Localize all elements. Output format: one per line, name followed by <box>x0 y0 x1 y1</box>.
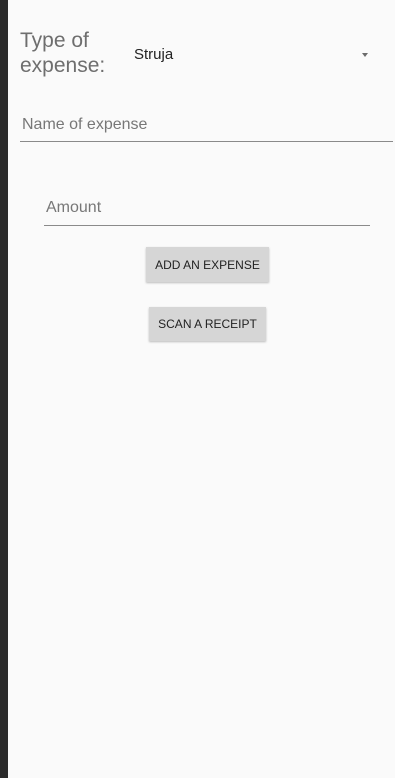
dropdown-arrow-icon <box>362 53 368 57</box>
expense-type-dropdown[interactable]: Struja <box>134 40 374 70</box>
scan-receipt-button[interactable]: SCAN A RECEIPT <box>149 307 266 341</box>
amount-input[interactable] <box>44 195 370 226</box>
type-of-expense-label: Type of expense: <box>20 29 106 77</box>
name-of-expense-input[interactable] <box>20 112 393 142</box>
expense-type-selected-value: Struja <box>134 46 174 63</box>
expense-form-screen: Type of expense: Struja ADD AN EXPENSE S… <box>0 0 395 778</box>
left-edge-bar <box>0 0 8 778</box>
add-expense-button[interactable]: ADD AN EXPENSE <box>146 247 269 282</box>
